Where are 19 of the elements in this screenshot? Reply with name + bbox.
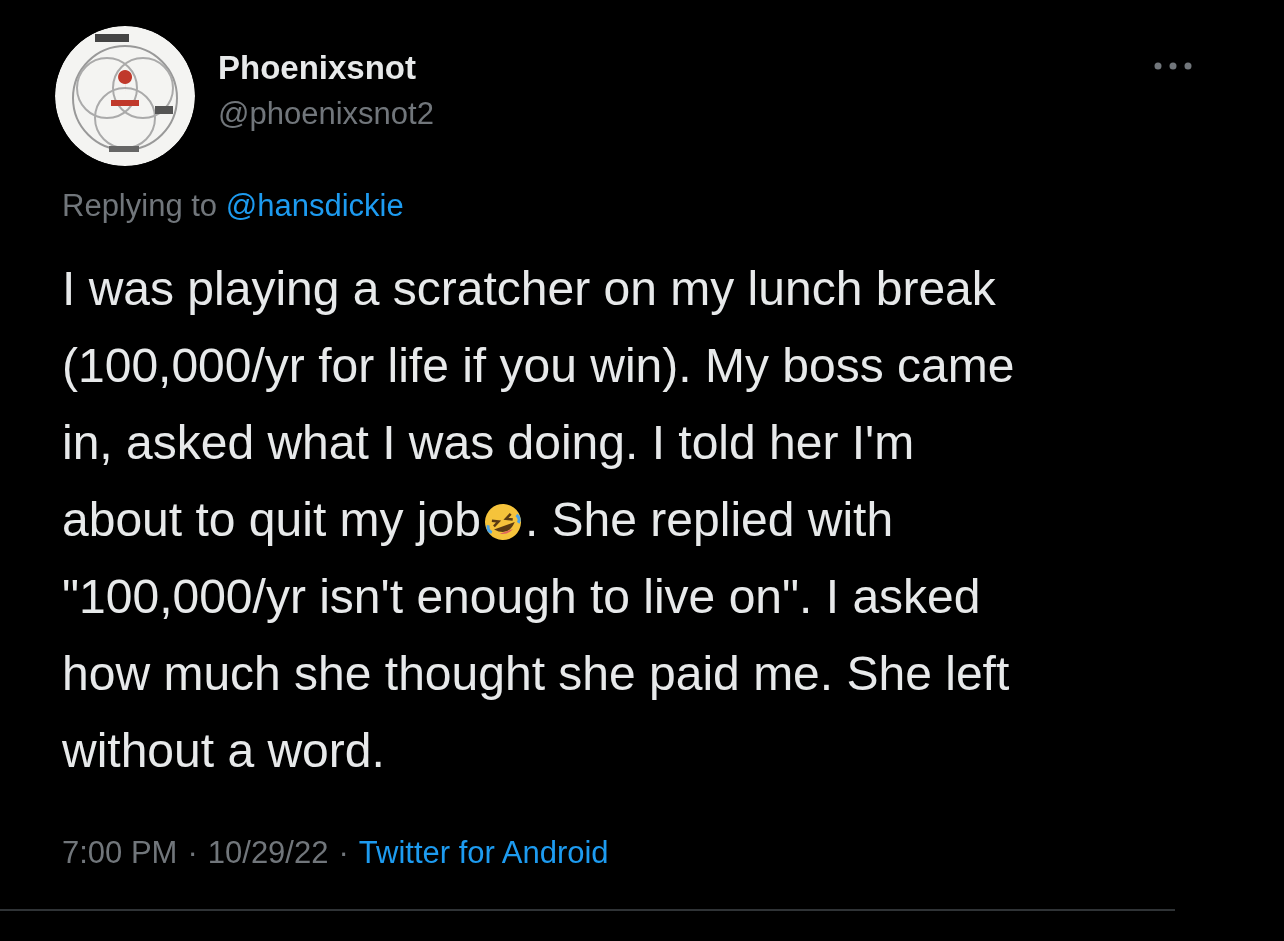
- tweet-text: . She replied with: [524, 492, 894, 548]
- separator-dot: ·: [187, 834, 198, 872]
- separator-dot: ·: [338, 834, 349, 872]
- tweet-text: how much she thought she paid me. She left: [62, 646, 1010, 702]
- more-icon[interactable]: [1153, 61, 1193, 71]
- tweet-text: without a word.: [62, 723, 385, 779]
- author-name[interactable]: Phoenixsnot: [218, 48, 434, 88]
- tweet-date: 10/29/22: [207, 834, 329, 872]
- reply-label: Replying to: [62, 188, 218, 223]
- tweet-text: I was playing a scratcher on my lunch break: [62, 261, 996, 317]
- tweet-text: about to quit my job: [62, 492, 481, 548]
- tweet-time: 7:00 PM: [62, 834, 178, 872]
- mention-link[interactable]: @hansdickie: [225, 188, 404, 223]
- source-link[interactable]: Twitter for Android: [358, 833, 609, 873]
- tweet-text: "100,000/yr isn't enough to live on". I asked: [62, 569, 981, 625]
- tweet-text: (100,000/yr for life if you win). My boss came: [62, 338, 1015, 394]
- tweet-text: in, asked what I was doing. I told her I'm: [62, 415, 915, 471]
- laughing-face-icon: [482, 501, 523, 542]
- author-handle[interactable]: @phoenixsnot2: [218, 94, 434, 134]
